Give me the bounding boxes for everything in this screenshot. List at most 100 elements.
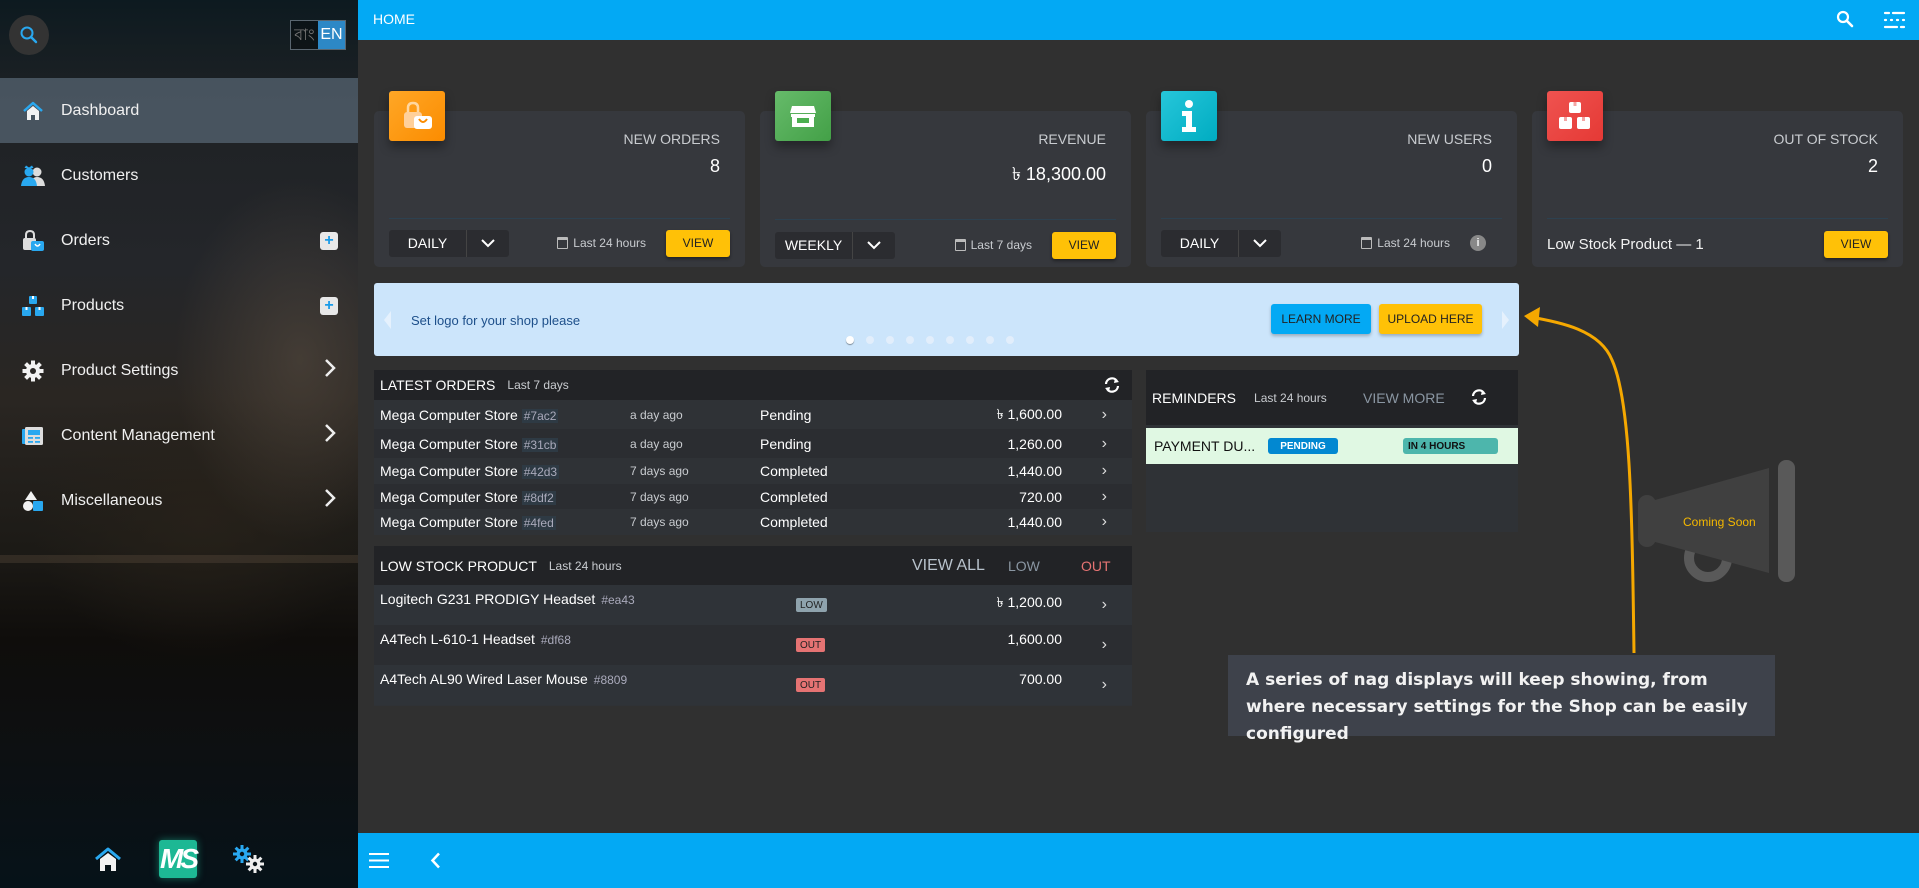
settings-button[interactable] (232, 844, 266, 879)
learn-more-button[interactable]: LEARN MORE (1271, 304, 1371, 334)
lang-bangla[interactable]: বাং (291, 21, 318, 49)
stat-card-revenue: REVENUE ৳ 18,300.00 WEEKLY Last 7 days V… (760, 91, 1131, 267)
carousel-dot[interactable] (886, 336, 894, 344)
product-row[interactable]: A4Tech L-610-1 Headset #df68 OUT 1,600.00… (374, 625, 1132, 665)
order-row[interactable]: Mega Computer Store #7ac2 a day ago Pendi… (374, 400, 1132, 429)
chevron-right-icon[interactable]: › (1102, 406, 1107, 424)
period-value: WEEKLY (775, 231, 853, 259)
period-select[interactable]: DAILY (389, 229, 509, 257)
reminder-title: PAYMENT DU... (1154, 438, 1256, 454)
shopping-bag-icon (404, 101, 432, 129)
add-order-button[interactable]: + (320, 231, 338, 250)
product-name: A4Tech L-610-1 Headset (380, 631, 535, 647)
chevron-right-icon[interactable]: › (1102, 488, 1107, 506)
store-name: Mega Computer Store (380, 513, 518, 530)
store-name: Mega Computer Store (380, 463, 518, 479)
chevron-right-icon[interactable]: › (1102, 636, 1107, 654)
carousel-prev-arrow[interactable] (384, 311, 391, 329)
sidebar-item-products[interactable]: Products + (0, 273, 358, 338)
sidebar-item-dashboard[interactable]: Dashboard (0, 78, 358, 143)
carousel-dot[interactable] (846, 336, 854, 344)
carousel-dot[interactable] (926, 336, 934, 344)
stat-card-new-users: NEW USERS 0 DAILY Last 24 hours i (1146, 91, 1517, 267)
stat-card-new-orders: NEW ORDERS 8 DAILY Last 24 hours VIEW (374, 91, 745, 267)
view-more-link[interactable]: VIEW MORE (1363, 390, 1445, 406)
sidebar-item-miscellaneous[interactable]: Miscellaneous (0, 468, 358, 533)
carousel-dot[interactable] (946, 336, 954, 344)
view-out-of-stock-button[interactable]: VIEW (1824, 230, 1888, 258)
order-row[interactable]: Mega Computer Store #8df2 7 days ago Comp… (374, 484, 1132, 509)
product-row[interactable]: Logitech G231 PRODIGY Headset #ea43 LOW ৳… (374, 585, 1132, 625)
filter-low-link[interactable]: LOW (1008, 558, 1040, 574)
revenue-badge (775, 91, 831, 141)
stock-tag: OUT (796, 678, 826, 692)
refresh-button[interactable] (1102, 376, 1122, 399)
info-icon[interactable]: i (1470, 235, 1486, 251)
carousel-dot[interactable] (966, 336, 974, 344)
product-id: #ea43 (601, 593, 635, 607)
home-button[interactable] (94, 847, 122, 878)
menu-button[interactable] (369, 852, 389, 874)
sidebar-item-label: Dashboard (61, 101, 140, 119)
sidebar-item-label: Products (61, 296, 125, 314)
sidebar-item-customers[interactable]: Customers (0, 143, 358, 208)
view-orders-button[interactable]: VIEW (666, 229, 730, 257)
boxes-icon (20, 293, 46, 319)
add-product-button[interactable]: + (320, 296, 338, 315)
banner-message: Set logo for your shop please (411, 313, 581, 328)
top-search-button[interactable] (1836, 10, 1854, 33)
filter-out-link[interactable]: OUT (1081, 558, 1111, 574)
sidebar-item-content-management[interactable]: Content Management (0, 403, 358, 468)
lang-english[interactable]: EN (318, 21, 345, 49)
sidebar-item-orders[interactable]: Orders + (0, 208, 358, 273)
reminder-status-badge: PENDING (1268, 438, 1338, 454)
upload-logo-button[interactable]: UPLOAD HERE (1379, 304, 1482, 334)
sidebar-item-product-settings[interactable]: Product Settings (0, 338, 358, 403)
sidebar-search-button[interactable] (9, 15, 49, 55)
chevron-right-icon[interactable]: › (1102, 676, 1107, 694)
app-logo[interactable]: MS (159, 840, 199, 878)
layout-toggle-button[interactable] (1883, 10, 1907, 35)
collapse-sidebar-button[interactable] (430, 852, 441, 874)
carousel-next-arrow[interactable] (1502, 311, 1509, 329)
panel-subtitle: Last 24 hours (548, 558, 622, 573)
chevron-right-icon[interactable]: › (1102, 513, 1107, 531)
reminder-due-badge: IN 4 HOURS (1403, 438, 1498, 454)
period-select[interactable]: WEEKLY (775, 231, 895, 259)
order-amount: 1,440.00 (1007, 513, 1063, 530)
view-revenue-button[interactable]: VIEW (1052, 231, 1116, 259)
calendar-icon (1361, 237, 1373, 249)
chevron-right-icon[interactable]: › (1102, 462, 1107, 480)
order-status: Completed (760, 463, 828, 479)
stat-card-out-of-stock: OUT OF STOCK 2 Low Stock Product — 1 VIE… (1532, 91, 1903, 267)
product-row[interactable]: A4Tech AL90 Wired Laser Mouse #8809 OUT 7… (374, 665, 1132, 705)
reminder-row[interactable]: PAYMENT DU... PENDING IN 4 HOURS (1146, 428, 1518, 464)
bottom-bar (358, 833, 1919, 888)
carousel-dot[interactable] (906, 336, 914, 344)
carousel-dot[interactable] (986, 336, 994, 344)
order-row[interactable]: Mega Computer Store #31cb a day ago Pendi… (374, 429, 1132, 458)
chevron-left-icon (430, 852, 440, 869)
chevron-right-icon (324, 423, 336, 449)
order-time: a day ago (630, 436, 683, 451)
refresh-button[interactable] (1469, 388, 1489, 411)
date-range-label: Last 24 hours (573, 236, 646, 250)
carousel-dot[interactable] (866, 336, 874, 344)
order-row[interactable]: Mega Computer Store #42d3 7 days ago Comp… (374, 458, 1132, 484)
chevron-right-icon[interactable]: › (1102, 435, 1107, 453)
chevron-right-icon[interactable]: › (1102, 596, 1107, 614)
chevron-down-icon (467, 230, 509, 257)
order-time: 7 days ago (630, 464, 689, 478)
date-range: Last 24 hours (1361, 236, 1450, 250)
view-all-link[interactable]: VIEW ALL (912, 557, 985, 575)
new-users-badge (1161, 91, 1217, 141)
home-icon (95, 847, 121, 871)
sidebar-item-label: Product Settings (61, 361, 179, 379)
language-switcher: বাং EN (290, 20, 346, 50)
carousel-dot[interactable] (1006, 336, 1014, 344)
low-stock-list: Logitech G231 PRODIGY Headset #ea43 LOW ৳… (374, 585, 1132, 705)
order-row[interactable]: Mega Computer Store #4fed 7 days ago Comp… (374, 509, 1132, 534)
store-name: Mega Computer Store (380, 488, 518, 505)
date-range: Last 7 days (954, 238, 1032, 252)
period-select[interactable]: DAILY (1161, 229, 1281, 257)
